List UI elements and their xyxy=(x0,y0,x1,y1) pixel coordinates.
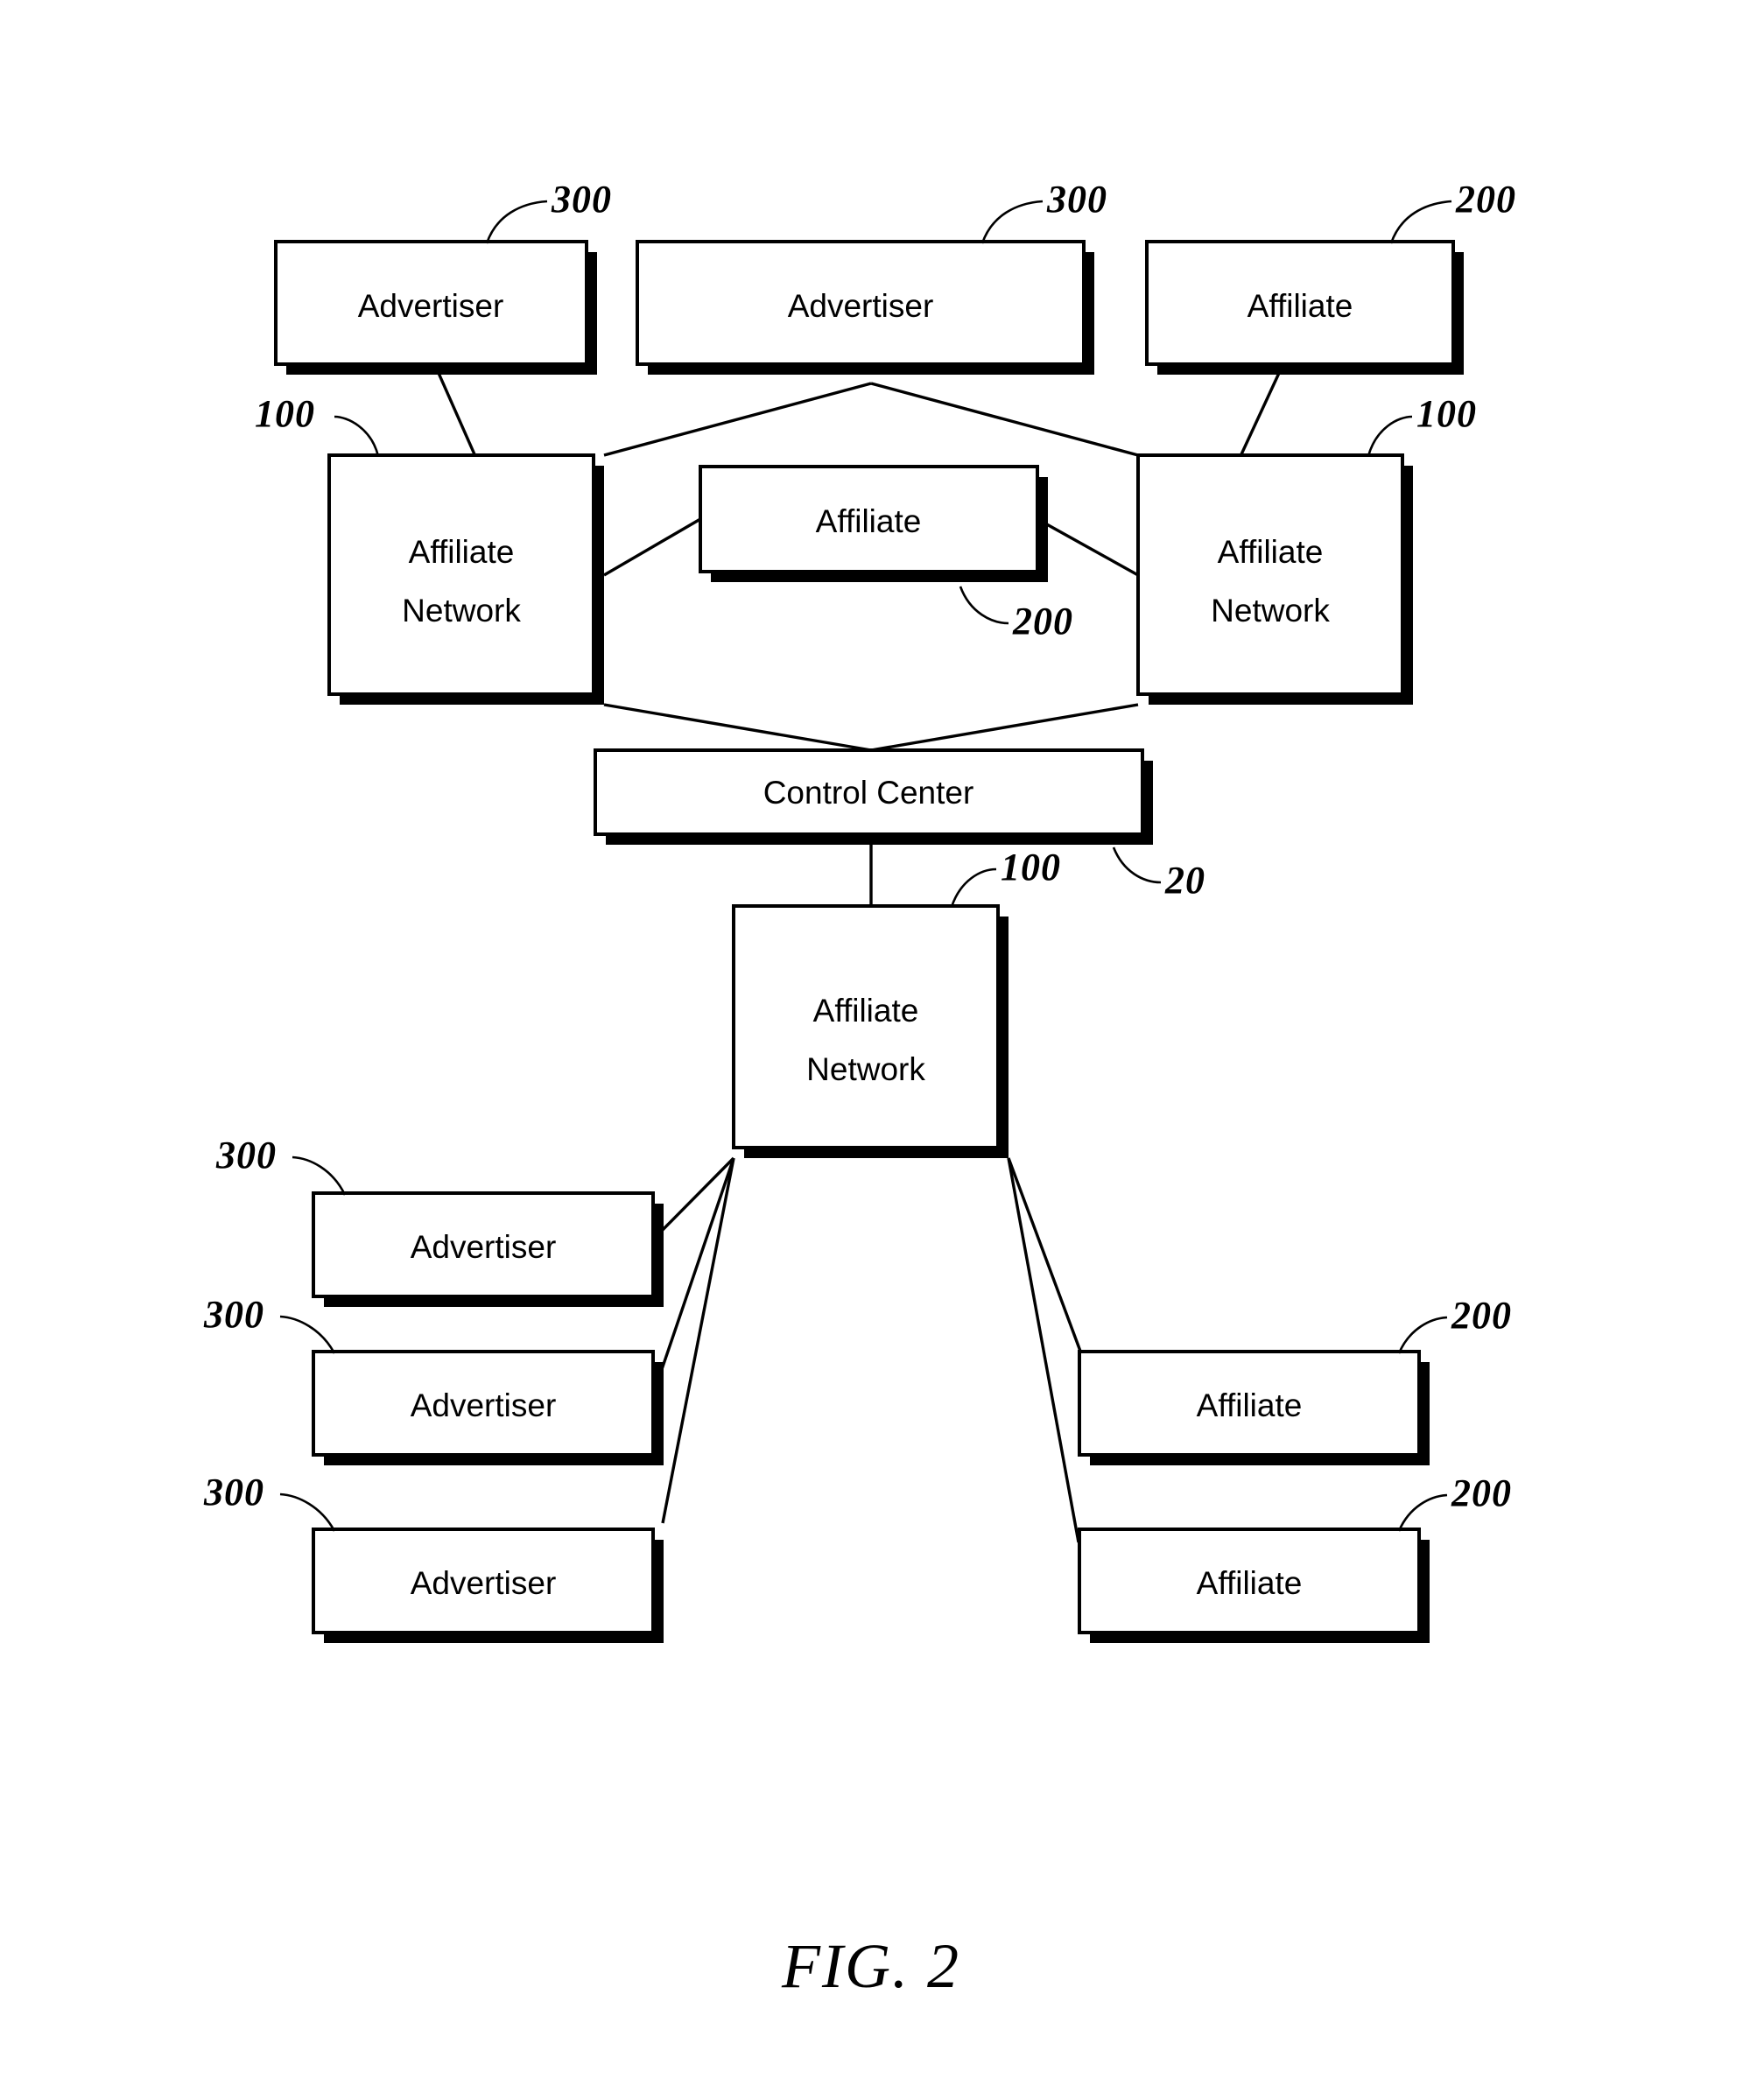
node-label: Advertiser xyxy=(788,288,934,324)
ref-number: 100 xyxy=(1001,846,1061,888)
node-affiliate-bottom-2[interactable]: Affiliate xyxy=(1078,1528,1430,1643)
ref-number: 100 xyxy=(255,392,315,435)
node-label-line2: Network xyxy=(402,593,521,629)
node-affiliate-network-left[interactable]: Affiliate Network xyxy=(327,453,604,705)
ref-number: 300 xyxy=(215,1134,277,1176)
node-label-line1: Affiliate xyxy=(813,993,919,1029)
ref-number: 300 xyxy=(203,1293,264,1336)
node-label: Control Center xyxy=(763,775,974,811)
patent-figure-2: Advertiser 300 Advertiser 300 Affiliate … xyxy=(0,0,1743,2100)
node-label-line2: Network xyxy=(1211,593,1330,629)
node-advertiser-top-center[interactable]: Advertiser xyxy=(636,240,1094,375)
ref-number: 200 xyxy=(1455,178,1516,221)
node-affiliate-network-bottom[interactable]: Affiliate Network xyxy=(732,904,1009,1158)
ref-number: 300 xyxy=(551,178,612,221)
node-label: Affiliate xyxy=(1197,1565,1303,1601)
node-label: Advertiser xyxy=(411,1229,557,1265)
ref-number: 300 xyxy=(203,1471,264,1514)
ref-number: 300 xyxy=(1046,178,1107,221)
ref-number: 200 xyxy=(1012,600,1073,643)
node-label-line1: Affiliate xyxy=(409,534,515,570)
node-advertiser-bottom-1[interactable]: Advertiser xyxy=(312,1191,664,1307)
node-advertiser-top-left[interactable]: Advertiser xyxy=(274,240,597,375)
node-advertiser-bottom-2[interactable]: Advertiser xyxy=(312,1350,664,1465)
node-affiliate-center[interactable]: Affiliate xyxy=(699,465,1048,582)
node-label-line2: Network xyxy=(806,1051,925,1087)
ref-number: 200 xyxy=(1451,1471,1512,1514)
node-advertiser-bottom-3[interactable]: Advertiser xyxy=(312,1528,664,1643)
box-fill xyxy=(1138,455,1402,694)
box-fill xyxy=(329,455,594,694)
node-label: Affiliate xyxy=(1197,1387,1303,1423)
node-affiliate-bottom-1[interactable]: Affiliate xyxy=(1078,1350,1430,1465)
node-affiliate-top-right[interactable]: Affiliate xyxy=(1145,240,1464,375)
node-label-line1: Affiliate xyxy=(1218,534,1324,570)
ref-number: 100 xyxy=(1416,392,1477,435)
ref-number: 20 xyxy=(1164,859,1205,902)
node-label: Advertiser xyxy=(411,1387,557,1423)
node-label: Affiliate xyxy=(1248,288,1353,324)
node-label: Advertiser xyxy=(411,1565,557,1601)
node-affiliate-network-right[interactable]: Affiliate Network xyxy=(1136,453,1413,705)
node-label: Advertiser xyxy=(358,288,504,324)
node-label: Affiliate xyxy=(816,503,922,539)
ref-number: 200 xyxy=(1451,1294,1512,1337)
node-control-center[interactable]: Control Center xyxy=(594,748,1153,845)
figure-caption: FIG. 2 xyxy=(781,1931,960,2001)
